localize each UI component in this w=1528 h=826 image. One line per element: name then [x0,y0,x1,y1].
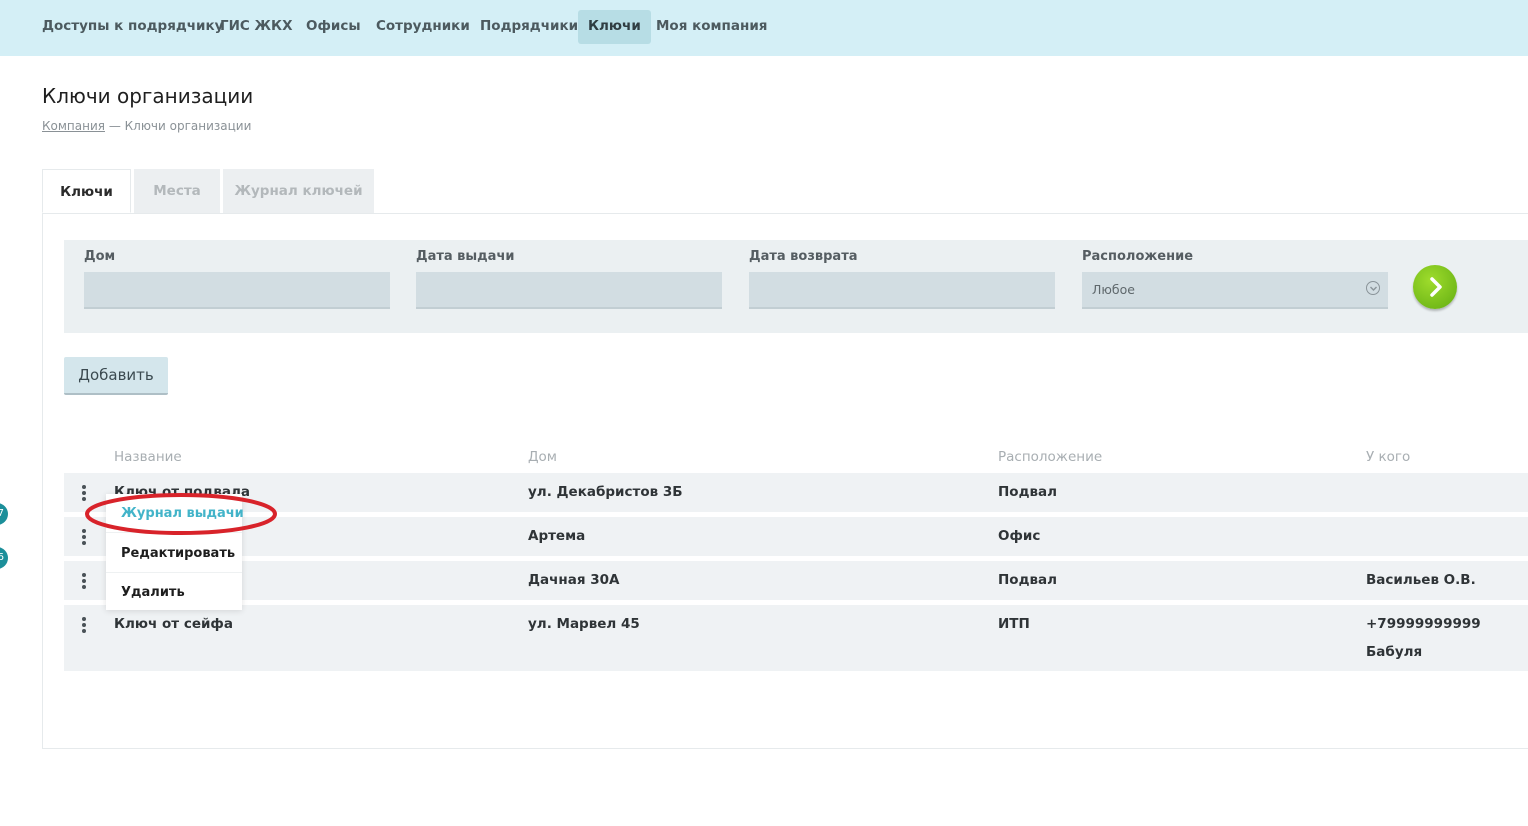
key-name: Ключ от сейфа [114,616,233,632]
tab-keys[interactable]: Ключи [42,169,131,213]
location-filter-label: Расположение [1082,249,1194,264]
nav-item-keys[interactable]: Ключи [578,10,651,44]
breadcrumb: Компания — Ключи организации [42,119,251,133]
row-menu-icon[interactable] [82,529,86,547]
menu-item-edit[interactable]: Редактировать [121,546,235,561]
menu-divider [106,532,242,533]
location-filter-value: Любое [1092,282,1135,297]
side-badge: 7 [0,503,8,525]
table-row[interactable]: Ключ от подвала ул. Декабристов 3Б Подва… [64,473,1528,512]
tab-key-journal[interactable]: Журнал ключей [223,169,374,213]
chevron-right-icon [1430,277,1442,297]
key-location: ИТП [998,616,1030,632]
house-filter-input[interactable] [84,272,390,309]
chevron-down-icon [1366,281,1380,295]
nav-item-my-company[interactable]: Моя компания [646,10,777,44]
key-holder: Васильев О.В. [1366,572,1476,588]
breadcrumb-separator: — [108,119,121,133]
menu-item-issue-journal[interactable]: Журнал выдачи [121,506,244,521]
location-filter-select[interactable]: Любое [1082,272,1388,309]
add-key-button[interactable]: Добавить [64,357,168,395]
row-menu-icon[interactable] [82,617,86,635]
table-row[interactable]: Артема Офис [64,517,1528,556]
table-row[interactable]: Дачная 30А Подвал Васильев О.В. [64,561,1528,600]
return-date-filter-input[interactable] [749,272,1055,309]
issue-date-filter-label: Дата выдачи [416,249,515,264]
top-navigation: Доступы к подрядчику ГИС ЖКХ Офисы Сотру… [0,0,1528,56]
menu-divider [106,572,242,573]
key-holder: +79999999999 [1366,616,1481,632]
row-menu-icon[interactable] [82,573,86,591]
key-location: Офис [998,528,1041,544]
side-badge: 6 [0,547,8,569]
key-location: Подвал [998,484,1058,500]
nav-item-employees[interactable]: Сотрудники [366,10,480,44]
table-row[interactable]: Ключ от сейфа ул. Марвел 45 ИТП +7999999… [64,605,1528,671]
key-house: ул. Марвел 45 [528,616,640,632]
nav-item-offices[interactable]: Офисы [296,10,371,44]
column-header-name: Название [114,449,182,465]
key-house: Дачная 30А [528,572,620,588]
key-holder-note: Бабуля [1366,644,1423,660]
tab-places[interactable]: Места [134,169,220,213]
nav-item-contractors[interactable]: Подрядчики [470,10,588,44]
house-filter-label: Дом [84,249,116,264]
key-location: Подвал [998,572,1058,588]
key-house: ул. Декабристов 3Б [528,484,683,500]
key-house: Артема [528,528,586,544]
column-header-house: Дом [528,449,557,465]
menu-item-delete[interactable]: Удалить [121,585,185,600]
column-header-holder: У кого [1366,449,1411,465]
breadcrumb-current: Ключи организации [124,119,252,133]
breadcrumb-link-company[interactable]: Компания [42,119,105,133]
nav-item-contractor-access[interactable]: Доступы к подрядчику [32,10,233,44]
issue-date-filter-input[interactable] [416,272,722,309]
page-title: Ключи организации [42,84,254,108]
return-date-filter-label: Дата возврата [749,249,858,264]
row-menu-icon[interactable] [82,485,86,503]
nav-item-gis-zhkh[interactable]: ГИС ЖКХ [210,10,302,44]
row-context-menu: Журнал выдачи Редактировать Удалить [106,494,244,610]
apply-filter-button[interactable] [1413,265,1457,309]
column-header-location: Расположение [998,449,1103,465]
